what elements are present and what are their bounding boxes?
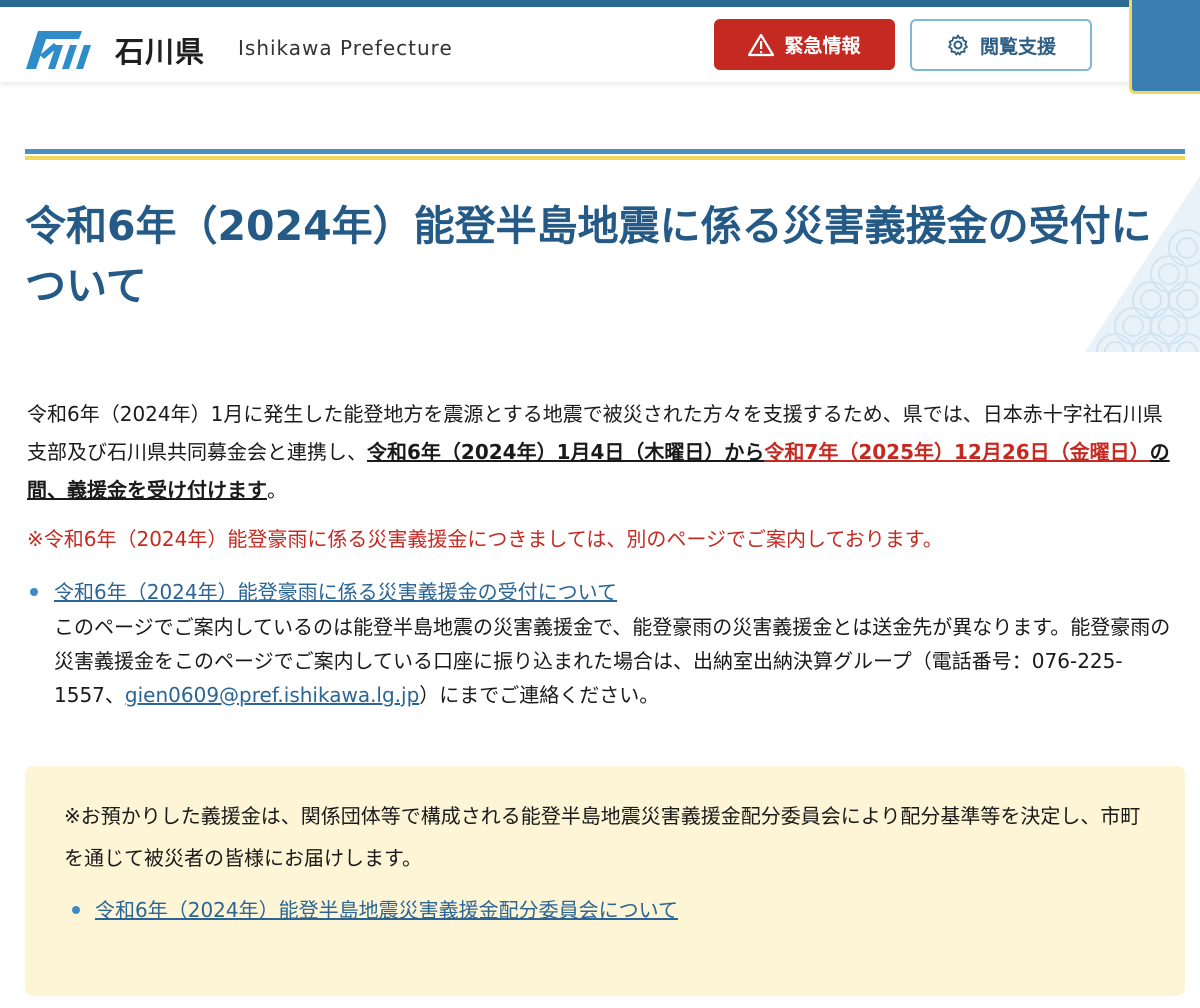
menu-tab[interactable]	[1129, 0, 1200, 94]
gear-icon	[948, 34, 968, 56]
emergency-info-label: 緊急情報	[784, 35, 861, 57]
rain-notice: ※令和6年（2024年）能登豪雨に係る災害義援金につきましては、別のページでご案…	[27, 527, 943, 551]
accessibility-button[interactable]: 閲覧支援	[910, 19, 1092, 71]
page-title: 令和6年（2024年）能登半島地震に係る災害義援金の受付について	[25, 202, 1152, 310]
notice-box-text: ※お預かりした義援金は、関係団体等で構成される能登半島地震災害義援金配分委員会に…	[64, 804, 1141, 870]
site-header: 石川県 Ishikawa Prefecture 緊急情報 閲覧支援	[0, 7, 1200, 82]
warning-icon	[748, 33, 775, 56]
bullet-dot	[72, 906, 80, 914]
title-rule-blue	[25, 149, 1185, 154]
accessibility-label: 閲覧支援	[979, 35, 1056, 58]
intro-period-end: 令和7年（2025年）12月26日（金曜日）	[764, 440, 1150, 464]
rain-note: このページでご案内しているのは能登半島地震の災害義援金で、能登豪雨の災害義援金と…	[54, 610, 1174, 712]
intro-end: 。	[267, 478, 287, 502]
site-name[interactable]: 石川県	[115, 29, 205, 71]
intro-period-start: 令和6年（2024年）1月4日（木曜日）から	[367, 440, 765, 464]
site-name-english[interactable]: Ishikawa Prefecture	[238, 36, 453, 60]
email-link[interactable]: gien0609@pref.ishikawa.lg.jp	[125, 683, 419, 707]
emergency-info-button[interactable]: 緊急情報	[714, 19, 895, 70]
rain-note-tail: ）にまでご連絡ください。	[419, 683, 660, 707]
intro-paragraph: 令和6年（2024年）1月に発生した能登地方を震源とする地震で被災された方々を支…	[27, 395, 1172, 509]
title-rule-yellow	[25, 156, 1185, 160]
rain-donation-link[interactable]: 令和6年（2024年）能登豪雨に係る災害義援金の受付について	[54, 574, 617, 610]
committee-link[interactable]: 令和6年（2024年）能登半島地震災害義援金配分委員会について	[95, 892, 678, 928]
top-accent-bar	[0, 0, 1200, 7]
prefecture-logo[interactable]	[24, 27, 94, 71]
bullet-dot	[30, 588, 38, 596]
